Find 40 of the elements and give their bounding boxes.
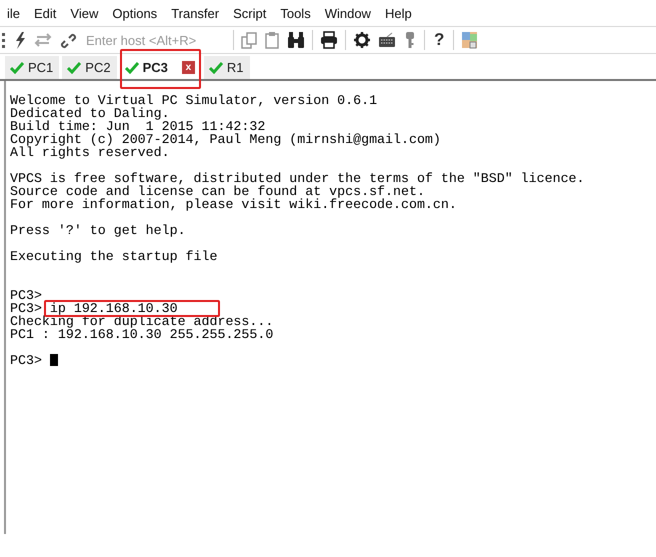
menu-item[interactable]: Options	[105, 6, 164, 20]
session-tab[interactable]: R1	[204, 56, 250, 79]
terminal-line: Executing the startup file	[10, 249, 218, 264]
menu-item[interactable]: Window	[318, 6, 378, 20]
key-icon[interactable]	[403, 31, 417, 49]
terminal-line: All rights reserved.	[10, 145, 170, 160]
terminal-line: Press '?' to get help.	[10, 223, 186, 238]
menu-item[interactable]: Tools	[273, 6, 318, 20]
session-tab[interactable]: PC1	[5, 56, 60, 79]
lightning-icon[interactable]	[13, 31, 27, 49]
gear-icon[interactable]	[353, 31, 371, 49]
terminal-line: For more information, please visit wiki.freecode.com.cn.	[10, 197, 457, 212]
menu-item[interactable]: Edit	[27, 6, 64, 20]
menu-item[interactable]: Script	[226, 6, 274, 20]
grip-icon[interactable]	[2, 31, 6, 49]
menu-item[interactable]: ile	[0, 6, 28, 20]
menu-item[interactable]: Transfer	[164, 6, 226, 20]
terminal-line: Build time: Jun 1 2015 11:42:32	[10, 119, 266, 134]
session-tab[interactable]: PC2	[62, 56, 117, 79]
link-icon[interactable]	[59, 31, 77, 49]
clipboard-icon[interactable]	[264, 31, 280, 49]
print-icon[interactable]	[320, 31, 338, 49]
command-text: ip 192.168.10.30	[50, 301, 178, 316]
menu-item[interactable]: View	[63, 6, 106, 20]
terminal-line: Welcome to Virtual PC Simulator, version 0.6.1	[10, 93, 378, 108]
help-button[interactable]: ?	[432, 30, 446, 50]
prompt-text: PC3>	[10, 301, 42, 316]
terminal-line: VPCS is free software, distributed under the terms of the "BSD" licence.	[10, 171, 585, 186]
prompt-text: PC3>	[10, 353, 42, 368]
binoculars-icon[interactable]	[287, 31, 305, 49]
menu-item[interactable]: Help	[378, 6, 419, 20]
copy-icon[interactable]	[241, 32, 257, 48]
terminal-line: PC1 : 192.168.10.30 255.255.255.0	[10, 327, 274, 342]
close-tab-button[interactable]: x	[182, 61, 195, 74]
prompt-text: PC3>	[10, 288, 42, 303]
terminal-line: Copyright (c) 2007-2014, Paul Meng (mirnshi@gmail.com)	[10, 132, 441, 147]
terminal-line: Dedicated to Daling.	[10, 106, 170, 121]
mapping-icon[interactable]	[461, 31, 478, 49]
keyboard-icon[interactable]	[378, 31, 396, 49]
terminal-line: Source code and license can be found at vpcs.sf.net.	[10, 184, 425, 199]
